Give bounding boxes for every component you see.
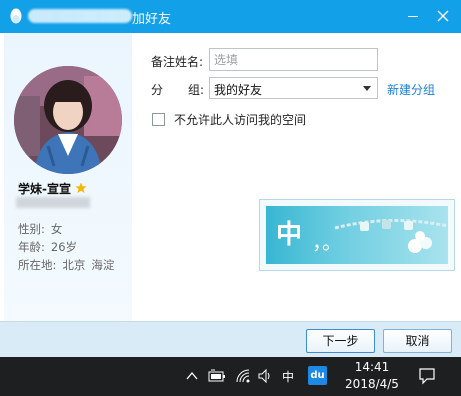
clock-time: 14:41 (354, 360, 390, 374)
blurred-title-region (28, 9, 132, 23)
remark-label: 备注姓名: (151, 55, 204, 69)
battery-icon (208, 369, 225, 382)
notification-icon[interactable] (418, 367, 436, 385)
blurred-qq-number (16, 197, 90, 208)
clock-date: 2018/4/5 (345, 377, 399, 391)
nickname-row: 学妹-宣宣 (18, 180, 87, 196)
no-space-access-checkbox[interactable] (152, 113, 165, 126)
clock[interactable]: 14:41 2018/4/5 (338, 359, 406, 393)
network-button[interactable] (235, 368, 251, 384)
dialog-footer: 下一步 取消 (0, 321, 461, 357)
ime-mode-char[interactable]: 中 (276, 214, 302, 251)
group-label-2: 组: (188, 83, 205, 97)
group-select-value: 我的好友 (214, 83, 263, 97)
ime-mode-indicator[interactable]: 中 (282, 368, 294, 385)
volume-button[interactable] (257, 368, 273, 384)
taskbar: 中 du 14:41 2018/4/5 (0, 357, 461, 396)
ime-status-panel[interactable]: 中 ，。 (259, 199, 455, 271)
cancel-button[interactable]: 取消 (383, 329, 452, 353)
age-info: 年龄: 26岁 (18, 240, 78, 254)
wifi-icon (236, 369, 250, 383)
avatar[interactable] (14, 66, 122, 174)
title-bar[interactable]: 加好友 (0, 0, 461, 33)
group-select[interactable]: 我的好友 (209, 77, 378, 99)
ime-skin: 中 ，。 (266, 206, 448, 264)
remark-input[interactable] (209, 48, 378, 71)
qq-penguin-icon (10, 8, 22, 24)
baidu-ime-icon[interactable]: du (308, 366, 327, 385)
battery-button[interactable] (208, 368, 226, 384)
dialog-title: 加好友 (132, 12, 172, 27)
star-icon (75, 182, 87, 193)
minimize-button[interactable] (402, 4, 424, 28)
gender-info: 性别: 女 (18, 222, 63, 236)
add-friend-dialog: 加好友 学妹-宣宣 性别: 女 年龄: 26岁 所在地: 北京 海淀 备注姓名:… (0, 0, 461, 357)
new-group-link[interactable]: 新建分组 (387, 81, 435, 98)
close-icon (437, 10, 449, 22)
no-space-access-label[interactable]: 不允许此人访问我的空间 (174, 111, 306, 128)
close-button[interactable] (432, 4, 454, 28)
location-info: 所在地: 北京 海淀 (18, 258, 115, 272)
chevron-up-icon (186, 371, 198, 380)
jewelry-decoration (334, 218, 448, 253)
next-button[interactable]: 下一步 (306, 329, 375, 353)
chevron-down-icon (363, 86, 371, 91)
speaker-icon (258, 368, 270, 384)
profile-pane: 学妹-宣宣 性别: 女 年龄: 26岁 所在地: 北京 海淀 (4, 33, 132, 321)
nickname: 学妹-宣宣 (18, 181, 71, 196)
show-hidden-icons-button[interactable] (186, 368, 198, 384)
group-label-1: 分 (151, 83, 164, 97)
